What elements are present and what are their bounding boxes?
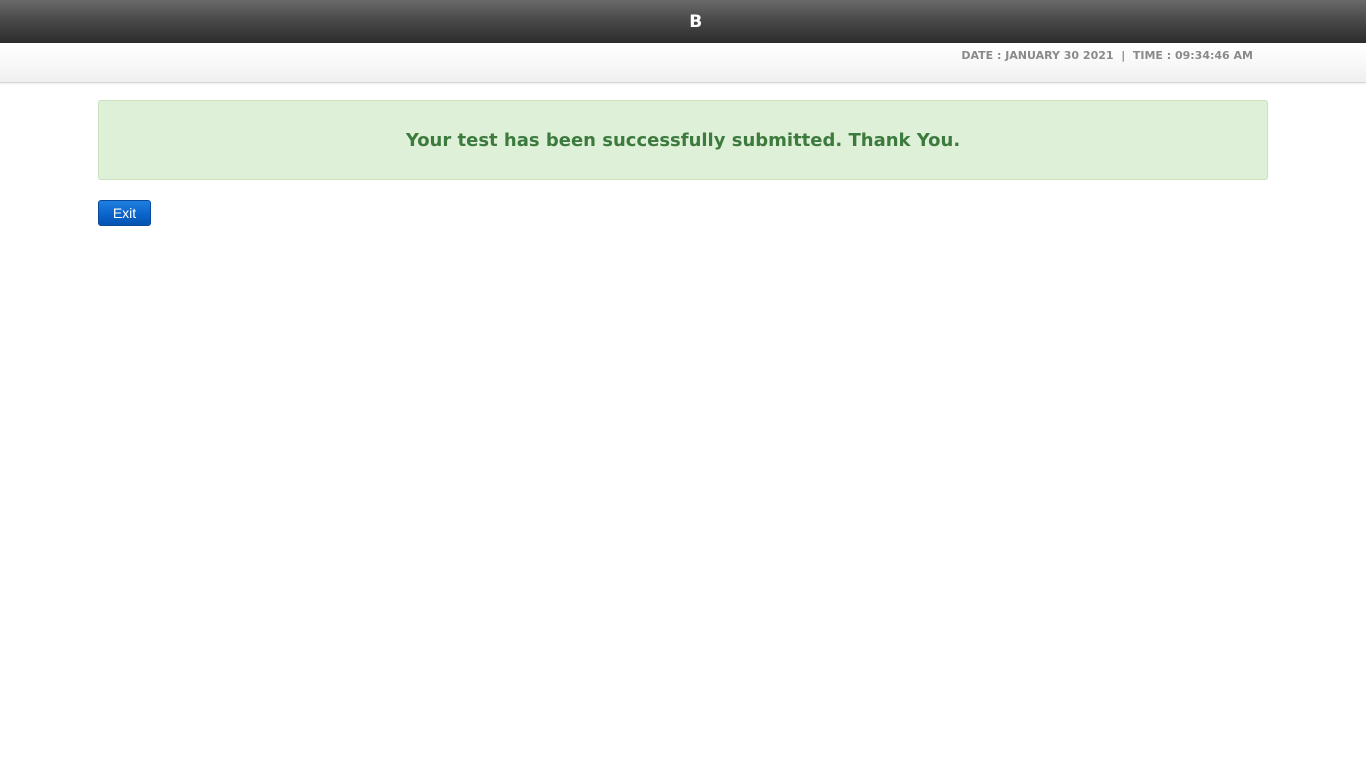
date-time-bar: DATE : JANUARY 30 2021 | TIME : 09:34:46…: [0, 43, 1366, 83]
app-title: B: [689, 11, 703, 32]
success-alert: Your test has been successfully submitte…: [98, 100, 1268, 180]
top-header-bar: B: [0, 0, 1366, 43]
date-time-display: DATE : JANUARY 30 2021 | TIME : 09:34:46…: [961, 49, 1253, 62]
success-message: Your test has been successfully submitte…: [405, 129, 961, 151]
exit-button[interactable]: Exit: [98, 200, 151, 226]
